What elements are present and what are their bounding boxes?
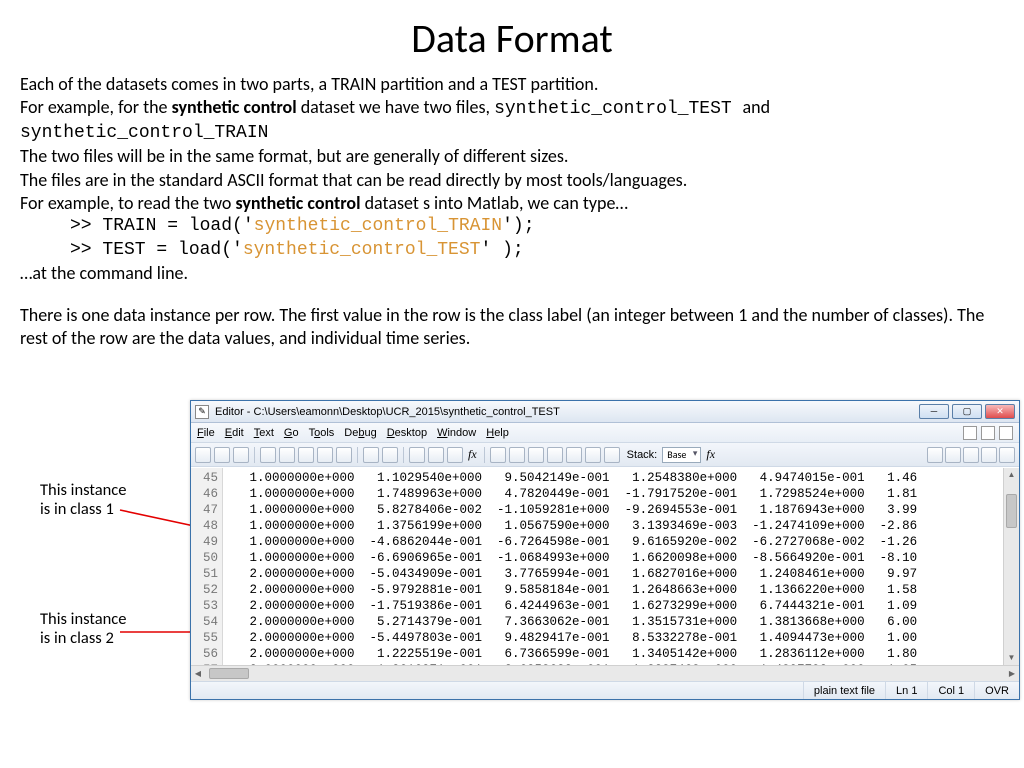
slide-title: Data Format — [20, 14, 1004, 63]
menu-text[interactable]: Text — [254, 427, 274, 439]
view-5-icon[interactable] — [999, 447, 1015, 463]
find-icon[interactable] — [382, 447, 398, 463]
menu-file[interactable]: File — [197, 427, 215, 439]
stack-icon-4[interactable] — [604, 447, 620, 463]
stack-label: Stack: — [627, 449, 658, 461]
scroll-left-icon[interactable]: ◀ — [191, 666, 205, 681]
menu-window[interactable]: Window — [437, 427, 476, 439]
menu-help[interactable]: Help — [486, 427, 509, 439]
code-area[interactable]: 1.0000000e+000 1.1029540e+000 9.5042149e… — [223, 468, 1003, 665]
horizontal-scrollbar[interactable]: ◀ ▶ — [191, 665, 1019, 681]
vertical-scrollbar[interactable]: ▲ ▼ — [1003, 468, 1019, 665]
maximize-button[interactable]: ▢ — [952, 404, 982, 419]
status-ovr: OVR — [974, 682, 1019, 699]
stack-select[interactable]: Base — [662, 447, 701, 463]
close-button[interactable]: ✕ — [985, 404, 1015, 419]
status-col: Col 1 — [927, 682, 974, 699]
paste-icon[interactable] — [298, 447, 314, 463]
dock-icon[interactable] — [963, 426, 977, 440]
minimize-button[interactable]: — — [919, 404, 949, 419]
view-4-icon[interactable] — [981, 447, 997, 463]
print-icon[interactable] — [363, 447, 379, 463]
menu-debug[interactable]: Debug — [344, 427, 376, 439]
menu-go[interactable]: Go — [284, 427, 299, 439]
scroll-down-icon[interactable]: ▼ — [1004, 651, 1019, 665]
status-line: Ln 1 — [885, 682, 927, 699]
menu-tools[interactable]: Tools — [309, 427, 335, 439]
editor-app-icon: ✎ — [195, 405, 209, 419]
open-icon[interactable] — [214, 447, 230, 463]
breakpoint-clear-icon[interactable] — [528, 447, 544, 463]
left-arrow-icon[interactable] — [428, 447, 444, 463]
new-icon[interactable] — [195, 447, 211, 463]
stack-icon-2[interactable] — [566, 447, 582, 463]
fx-icon-2[interactable]: fx — [704, 447, 717, 462]
editor-window: ✎ Editor - C:\Users\eamonn\Desktop\UCR_2… — [190, 400, 1020, 700]
close-doc-icon[interactable] — [999, 426, 1013, 440]
run-icon[interactable] — [490, 447, 506, 463]
line-number-gutter: 45464748495051525354555657 — [191, 468, 223, 665]
editor-title-text: Editor - C:\Users\eamonn\Desktop\UCR_201… — [215, 406, 919, 418]
editor-toolbar: fx Stack: Base fx — [191, 443, 1019, 467]
stack-icon-1[interactable] — [547, 447, 563, 463]
scroll-up-icon[interactable]: ▲ — [1004, 468, 1019, 482]
slide-body: Each of the datasets comes in two parts,… — [20, 73, 990, 350]
redo-icon[interactable] — [336, 447, 352, 463]
run-section-icon[interactable] — [509, 447, 525, 463]
save-icon[interactable] — [233, 447, 249, 463]
status-filetype: plain text file — [803, 682, 885, 699]
scroll-right-icon[interactable]: ▶ — [1005, 666, 1019, 681]
copy-icon[interactable] — [279, 447, 295, 463]
editor-statusbar: plain text file Ln 1 Col 1 OVR — [191, 681, 1019, 699]
stack-icon-3[interactable] — [585, 447, 601, 463]
vscroll-thumb[interactable] — [1006, 494, 1017, 528]
editor-titlebar[interactable]: ✎ Editor - C:\Users\eamonn\Desktop\UCR_2… — [191, 401, 1019, 423]
fx-icon[interactable]: fx — [466, 447, 479, 462]
hscroll-thumb[interactable] — [209, 668, 249, 679]
editor-menubar: File Edit Text Go Tools Debug Desktop Wi… — [191, 423, 1019, 443]
undo-icon[interactable] — [317, 447, 333, 463]
bookmark-icon[interactable] — [409, 447, 425, 463]
view-2-icon[interactable] — [945, 447, 961, 463]
right-arrow-icon[interactable] — [447, 447, 463, 463]
view-1-icon[interactable] — [927, 447, 943, 463]
menu-desktop[interactable]: Desktop — [387, 427, 427, 439]
view-3-icon[interactable] — [963, 447, 979, 463]
undock-icon[interactable] — [981, 426, 995, 440]
cut-icon[interactable] — [260, 447, 276, 463]
menu-edit[interactable]: Edit — [225, 427, 244, 439]
